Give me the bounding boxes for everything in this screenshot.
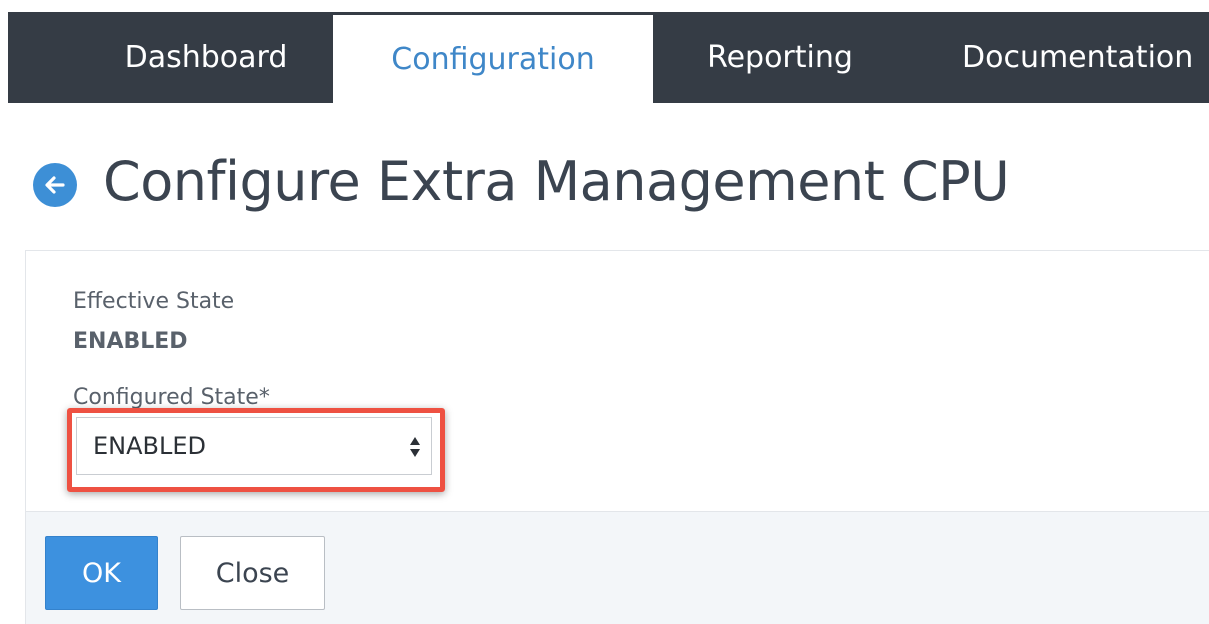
page-title: Configure Extra Management CPU [103,150,1010,213]
form-panel: Effective State ENABLED Configured State… [25,250,1209,624]
arrow-left-circle-icon[interactable] [33,162,77,207]
page: Dashboard Configuration Reporting Docume… [0,0,1209,624]
configured-state-selected-value: ENABLED [93,432,207,460]
ok-button[interactable]: OK [45,536,158,610]
top-navigation: Dashboard Configuration Reporting Docume… [8,12,1209,103]
configured-state-select[interactable]: ENABLED [76,417,432,475]
select-updown-icon [410,437,420,457]
effective-state-value: ENABLED [73,329,188,354]
back-arrow-glyph [45,175,65,194]
configured-state-label: Configured State* [73,385,270,410]
effective-state-label: Effective State [73,289,235,314]
tab-documentation[interactable]: Documentation [950,12,1209,103]
tab-configuration[interactable]: Configuration [333,15,653,103]
close-button[interactable]: Close [180,536,325,610]
tab-reporting[interactable]: Reporting [660,12,900,103]
title-row: Configure Extra Management CPU [33,150,1010,213]
tab-dashboard[interactable]: Dashboard [86,12,326,103]
form-footer: OK Close [26,511,1209,624]
